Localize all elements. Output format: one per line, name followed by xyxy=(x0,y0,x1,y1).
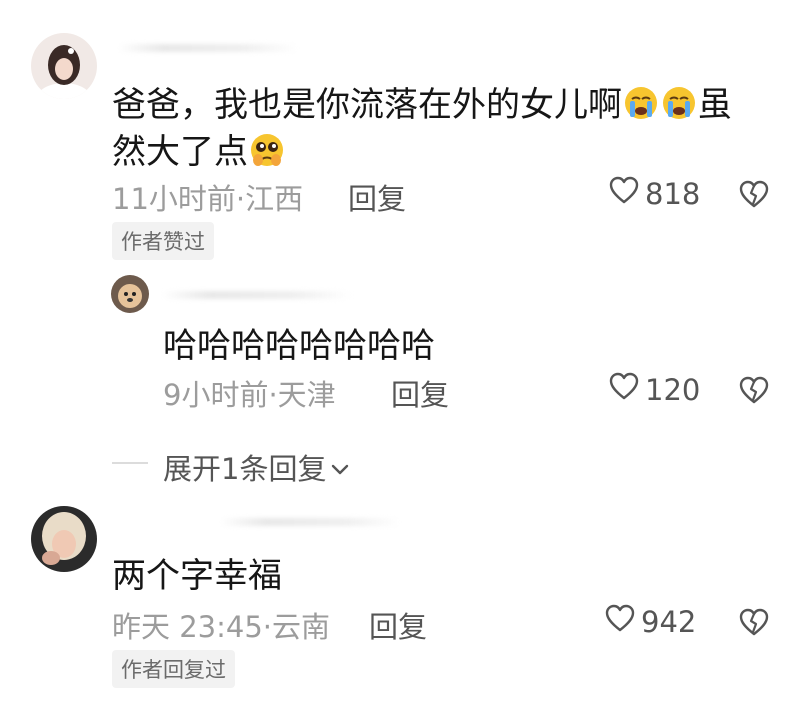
expand-replies-button[interactable]: 展开1条回复 xyxy=(163,446,350,488)
like-count: 942 xyxy=(641,604,697,639)
username-blurred[interactable] xyxy=(220,518,400,526)
username-blurred[interactable] xyxy=(162,291,352,299)
avatar[interactable] xyxy=(111,275,149,313)
username-blurred[interactable] xyxy=(118,44,298,52)
pleading-face-icon xyxy=(249,132,285,178)
author-liked-badge: 作者赞过 xyxy=(112,222,214,260)
dislike-icon[interactable] xyxy=(739,608,769,640)
comment-text-line2: 然大了点 xyxy=(112,132,248,172)
comment-text: 两个字幸福 xyxy=(112,556,282,596)
like-button[interactable]: 942 xyxy=(605,604,696,639)
like-button[interactable]: 120 xyxy=(609,372,700,407)
expand-divider xyxy=(112,462,148,464)
author-replied-badge: 作者回复过 xyxy=(112,650,235,688)
comment-text-line1-tail: 虽 xyxy=(698,85,732,125)
comment-meta: 11小时前·江西 xyxy=(112,182,304,216)
reply-button[interactable]: 回复 xyxy=(369,604,427,646)
like-count: 120 xyxy=(645,372,701,407)
dislike-icon[interactable] xyxy=(739,376,769,408)
avatar[interactable] xyxy=(31,506,97,572)
comment-text-line1: 爸爸，我也是你流落在外的女儿啊 xyxy=(112,85,622,125)
expand-replies-label: 展开1条回复 xyxy=(163,452,327,486)
comment-text: 爸爸，我也是你流落在外的女儿啊 虽 然大了点 xyxy=(112,84,732,178)
reply-meta: 9小时前·天津 xyxy=(163,378,336,412)
chevron-down-icon xyxy=(330,450,350,484)
reply-text: 哈哈哈哈哈哈哈哈 xyxy=(163,326,435,366)
loudly-crying-face-icon xyxy=(661,85,697,131)
loudly-crying-face-icon xyxy=(623,85,659,131)
heart-icon xyxy=(609,372,645,407)
comment-meta: 昨天 23:45·云南 xyxy=(112,610,331,644)
like-button[interactable]: 818 xyxy=(609,176,700,211)
dislike-icon[interactable] xyxy=(739,180,769,212)
heart-icon xyxy=(609,176,645,211)
reply-button[interactable]: 回复 xyxy=(348,176,406,218)
avatar[interactable] xyxy=(31,33,97,99)
reply-button[interactable]: 回复 xyxy=(391,372,449,414)
heart-icon xyxy=(605,604,641,639)
like-count: 818 xyxy=(645,176,701,211)
